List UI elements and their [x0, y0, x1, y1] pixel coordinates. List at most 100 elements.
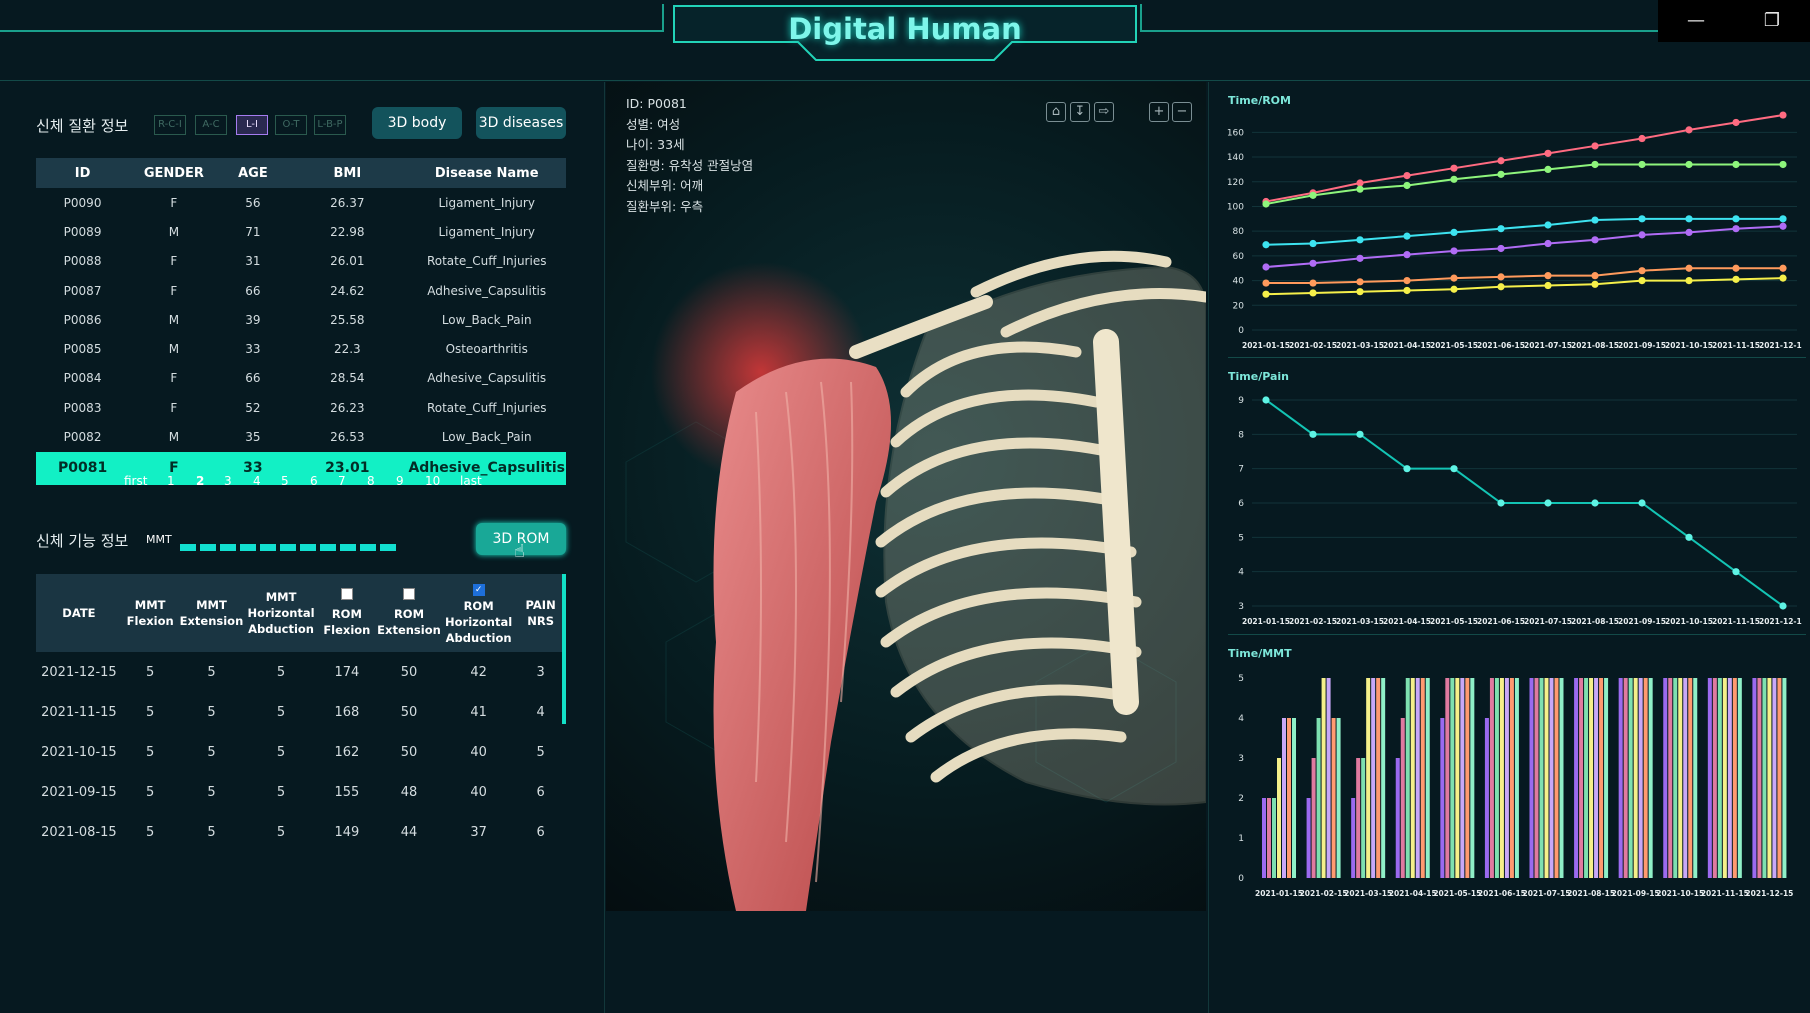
- function-row[interactable]: 2021-11-15 5 5 5 168 50 41 4: [36, 692, 566, 732]
- restore-icon[interactable]: ❐: [1734, 0, 1810, 42]
- patient-cell: 26.37: [330, 195, 365, 210]
- chip-ot[interactable]: O-T: [275, 115, 307, 135]
- rom-chart: 0 20 40 60 80 100 120 140 160 2021-01-15 2021-02-1…: [1227, 111, 1802, 350]
- patient-row[interactable]: P0084 F 66 28.54 Adhesive_Capsulitis: [36, 364, 566, 393]
- col-rom-extension[interactable]: ROM Extension: [376, 574, 442, 652]
- 3d-viewport[interactable]: ID: P0081 성별: 여성 나이: 33세 질환명: 유착성 관절낭염 신…: [606, 82, 1206, 911]
- function-cell: 2021-07-15: [36, 852, 122, 856]
- panel-divider-left: [604, 82, 605, 1013]
- y-tick-label: 20: [1233, 301, 1245, 311]
- page-last[interactable]: last: [460, 474, 482, 488]
- 3d-body-button[interactable]: 3D body: [372, 107, 462, 139]
- page-3[interactable]: 3: [224, 474, 232, 488]
- rom-data-point: [1544, 221, 1552, 229]
- patient-row[interactable]: P0086 M 39 25.58 Low_Back_Pain: [36, 305, 566, 334]
- export-icon[interactable]: ⇨: [1094, 102, 1114, 122]
- page-7[interactable]: 7: [338, 474, 346, 488]
- patient-row[interactable]: P0090 F 56 26.37 Ligament_Injury: [36, 188, 566, 217]
- chip-lbp[interactable]: L-B-P: [314, 115, 346, 135]
- function-row[interactable]: 2021-12-15 5 5 5 174 50 42 3: [36, 652, 566, 692]
- col-mmt-horizontal-abduction[interactable]: MMT Horizontal Abduction: [244, 574, 318, 652]
- page-4[interactable]: 4: [253, 474, 261, 488]
- page-2[interactable]: 2: [196, 474, 204, 488]
- function-row[interactable]: 2021-10-15 5 5 5 162 50 40 5: [36, 732, 566, 772]
- col-bmi[interactable]: BMI: [287, 158, 408, 188]
- page-9[interactable]: 9: [396, 474, 404, 488]
- function-cell: 44: [400, 824, 418, 840]
- pain-data-point: [1591, 499, 1599, 507]
- col-mmt-extension[interactable]: MMT Extension: [178, 574, 245, 652]
- page-8[interactable]: 8: [367, 474, 375, 488]
- mmt-segment: [300, 544, 316, 551]
- patient-info-disease: 질환명: 유착성 관절낭염: [626, 157, 754, 173]
- col-id[interactable]: ID: [36, 158, 130, 188]
- patient-cell: 24.62: [330, 283, 365, 298]
- mmt-bar: [1727, 678, 1732, 878]
- function-row[interactable]: 2021-07-1555514344366: [36, 852, 566, 856]
- rom-flexion-checkbox[interactable]: [340, 588, 353, 600]
- patient-row[interactable]: P0088 F 31 26.01 Rotate_Cuff_Injuries: [36, 247, 566, 276]
- col-pain-nrs[interactable]: PAIN NRS: [515, 574, 566, 652]
- function-cell: 5: [276, 704, 286, 720]
- chip-ac[interactable]: A-C: [195, 115, 227, 135]
- download-icon[interactable]: ↧: [1070, 102, 1090, 122]
- col-rom-flexion[interactable]: ROM Flexion: [317, 574, 377, 652]
- y-tick-label: 100: [1227, 202, 1244, 212]
- col-gender[interactable]: GENDER: [129, 158, 219, 188]
- col-disease-name[interactable]: Disease Name: [407, 158, 566, 188]
- function-row[interactable]: 2021-08-15 5 5 5 149 44 37 6: [36, 812, 566, 852]
- patient-cell: M: [168, 430, 180, 445]
- 3d-diseases-button[interactable]: 3D diseases: [476, 107, 566, 139]
- mmt-bar: [1683, 678, 1688, 878]
- rom-data-point: [1356, 254, 1364, 262]
- mmt-segment: [240, 544, 256, 551]
- patient-row[interactable]: P0087 F 66 24.62 Adhesive_Capsulitis: [36, 276, 566, 305]
- col-mmt-flexion[interactable]: MMT Flexion: [121, 574, 179, 652]
- function-cell: 50: [400, 704, 418, 720]
- rom-data-point: [1779, 160, 1787, 169]
- page-1[interactable]: 1: [167, 474, 175, 488]
- rom-data-point: [1779, 264, 1787, 272]
- patient-row[interactable]: P0082 M 35 26.53 Low_Back_Pain: [36, 422, 566, 451]
- function-table-container[interactable]: DATE MMT Flexion MMT Extension MMT Horizont…: [36, 574, 566, 856]
- patient-row[interactable]: P0083 F 52 26.23 Rotate_Cuff_Injuries: [36, 393, 566, 422]
- mmt-bar: [1405, 678, 1410, 878]
- zoom-in-icon[interactable]: +: [1149, 102, 1169, 122]
- chip-rci[interactable]: R-C-I: [154, 115, 186, 135]
- page-5[interactable]: 5: [281, 474, 289, 488]
- function-row[interactable]: 2021-09-15 5 5 5 155 48 40 6: [36, 772, 566, 812]
- mmt-segment: [180, 544, 196, 551]
- patient-row[interactable]: P0089 M 71 22.98 Ligament_Injury: [36, 217, 566, 246]
- mmt-bar: [1767, 678, 1772, 878]
- x-tick-label: 2021-12-15: [1745, 889, 1793, 898]
- col-age[interactable]: AGE: [218, 158, 288, 188]
- mmt-bar: [1618, 678, 1623, 878]
- zoom-out-icon[interactable]: −: [1172, 102, 1192, 122]
- function-cell: 3: [536, 664, 545, 680]
- rom-data-point: [1309, 289, 1317, 297]
- function-cell: 2021-11-15: [41, 704, 117, 720]
- page-10[interactable]: 10: [425, 474, 440, 488]
- x-tick-label: 2021-11-15: [1712, 617, 1760, 626]
- home-icon[interactable]: ⌂: [1046, 102, 1066, 122]
- function-table-scrollbar[interactable]: [562, 574, 566, 724]
- rom-extension-checkbox[interactable]: [403, 588, 415, 600]
- patient-cell: Rotate_Cuff_Injuries: [426, 254, 547, 269]
- mmt-bar: [1287, 718, 1291, 878]
- col-rom-horizontal-abduction[interactable]: ✓ ROM Horizontal Abduction: [441, 574, 516, 652]
- rom-data-point: [1403, 232, 1411, 240]
- page-6[interactable]: 6: [310, 474, 318, 488]
- patient-row[interactable]: P0085 M 33 22.3 Osteoarthritis: [36, 334, 566, 363]
- page-first[interactable]: first: [124, 474, 147, 488]
- mmt-bar: [1643, 678, 1648, 878]
- rom-horizontal-checkbox[interactable]: ✓: [472, 584, 485, 596]
- chip-li[interactable]: L-I: [236, 115, 268, 135]
- rom-data-point: [1497, 244, 1505, 253]
- mmt-segment: [380, 544, 396, 551]
- mmt-bar: [1599, 678, 1604, 878]
- col-date[interactable]: DATE: [36, 574, 122, 652]
- mmt-bar: [1717, 678, 1722, 878]
- x-tick-label: 2021-08-15: [1571, 617, 1619, 626]
- minimize-icon[interactable]: —: [1658, 0, 1734, 42]
- header-frame-left: [0, 4, 664, 32]
